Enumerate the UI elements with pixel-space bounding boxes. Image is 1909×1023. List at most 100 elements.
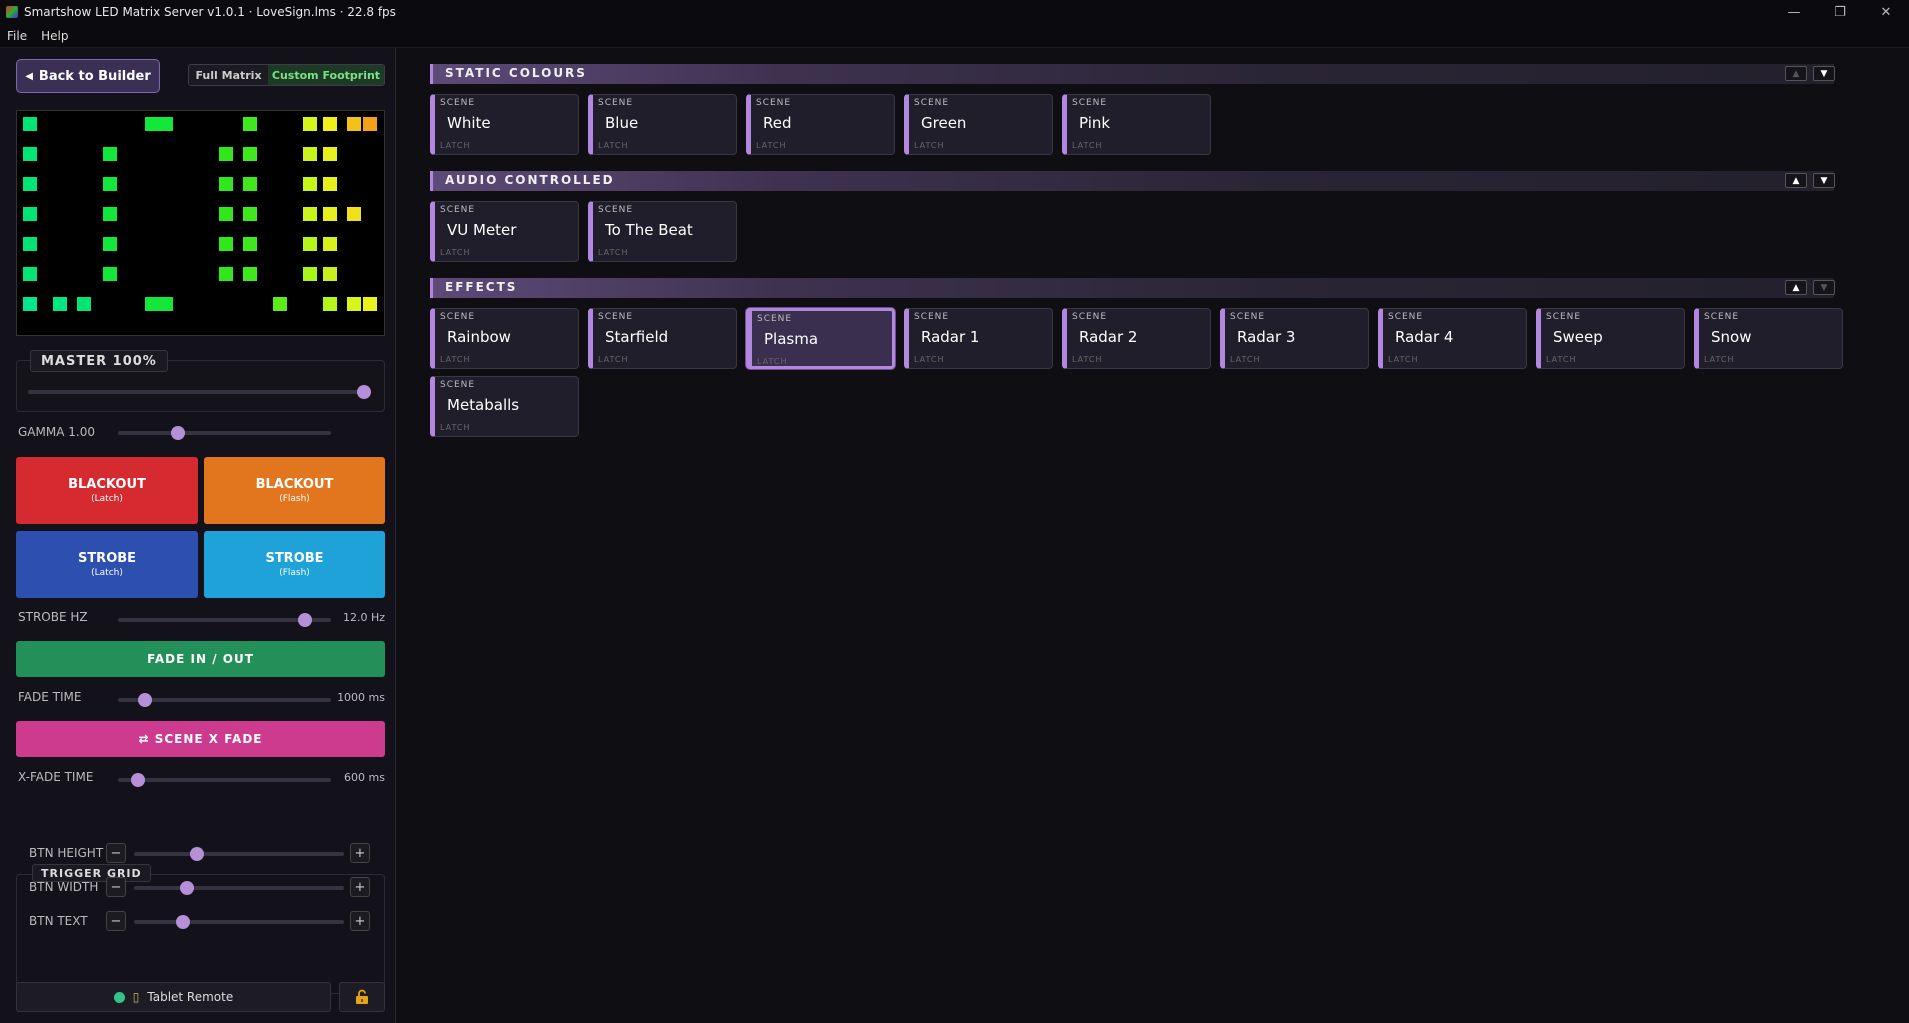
back-to-builder-button[interactable]: ◀ Back to Builder [16, 59, 160, 93]
scene-name: Green [921, 114, 967, 132]
led-pixel [103, 207, 117, 221]
btn-text-minus-button[interactable]: − [106, 911, 126, 931]
custom-footprint-option[interactable]: Custom Footprint [268, 65, 384, 85]
blackout-flash-button[interactable]: BLACKOUT (Flash) [204, 457, 385, 524]
strobe-latch-button[interactable]: STROBE (Latch) [16, 531, 198, 598]
fade-time-label: FADE TIME [18, 690, 82, 704]
scene-tile-pink[interactable]: SCENE Pink LATCH [1062, 94, 1211, 155]
led-pixel [219, 207, 233, 221]
btn-width-slider-handle[interactable] [180, 881, 194, 895]
btn-height-plus-button[interactable]: + [350, 843, 370, 863]
led-pixel [145, 297, 159, 311]
fade-in-out-button[interactable]: FADE IN / OUT [16, 641, 385, 677]
led-pixel [303, 237, 317, 251]
btn-text-slider-handle[interactable] [176, 915, 190, 929]
led-pixel [23, 147, 37, 161]
scene-tile-red[interactable]: SCENE Red LATCH [746, 94, 895, 155]
btn-width-label: BTN WIDTH [29, 880, 99, 894]
xfade-time-slider-track[interactable] [118, 778, 331, 782]
scene-tile-green[interactable]: SCENE Green LATCH [904, 94, 1053, 155]
master-slider-track[interactable] [28, 390, 368, 394]
menu-help[interactable]: Help [34, 29, 75, 43]
scene-tile-rainbow[interactable]: SCENE Rainbow LATCH [430, 308, 579, 369]
static-collapse-up-button[interactable]: ▲ [1785, 66, 1807, 81]
scene-name: White [447, 114, 491, 132]
scene-tile-metaballs[interactable]: SCENE Metaballs LATCH [430, 376, 579, 437]
latch-tag: LATCH [440, 355, 471, 364]
static-collapse-down-button[interactable]: ▼ [1813, 66, 1835, 81]
section-effects-title: EFFECTS [445, 280, 518, 294]
scene-tile-radar-2[interactable]: SCENE Radar 2 LATCH [1062, 308, 1211, 369]
scene-tile-white[interactable]: SCENE White LATCH [430, 94, 579, 155]
btn-height-slider-handle[interactable] [190, 847, 204, 861]
latch-tag: LATCH [1546, 355, 1577, 364]
led-pixel [303, 147, 317, 161]
tablet-icon: ▯ [132, 990, 140, 1004]
blackout-flash-label: BLACKOUT [255, 477, 334, 492]
btn-width-plus-button[interactable]: + [350, 877, 370, 897]
blackout-latch-button[interactable]: BLACKOUT (Latch) [16, 457, 198, 524]
menu-file[interactable]: File [0, 29, 34, 43]
btn-text-slider-track[interactable] [134, 920, 344, 924]
btn-text-plus-button[interactable]: + [350, 911, 370, 931]
strobe-hz-slider-handle[interactable] [298, 613, 312, 627]
led-pixel [23, 207, 37, 221]
close-button[interactable]: ✕ [1863, 0, 1909, 24]
btn-height-minus-button[interactable]: − [106, 843, 126, 863]
led-pixel [53, 297, 67, 311]
full-matrix-option[interactable]: Full Matrix [189, 65, 268, 85]
scene-tile-to-the-beat[interactable]: SCENE To The Beat LATCH [588, 201, 737, 262]
minimize-button[interactable]: — [1771, 0, 1817, 24]
latch-tag: LATCH [598, 248, 629, 257]
scene-tag: SCENE [1704, 312, 1740, 322]
strobe-flash-button[interactable]: STROBE (Flash) [204, 531, 385, 598]
gamma-slider-handle[interactable] [171, 426, 185, 440]
effects-collapse-down-button[interactable]: ▼ [1813, 280, 1835, 295]
window-title: Smartshow LED Matrix Server v1.0.1 · Lov… [24, 5, 396, 19]
scene-tile-radar-4[interactable]: SCENE Radar 4 LATCH [1378, 308, 1527, 369]
btn-height-slider-track[interactable] [134, 852, 344, 856]
led-pixel [363, 297, 377, 311]
led-pixel [219, 147, 233, 161]
led-pixel [273, 297, 287, 311]
gamma-slider-track[interactable] [118, 431, 331, 435]
scene-tile-vu-meter[interactable]: SCENE VU Meter LATCH [430, 201, 579, 262]
scene-tile-sweep[interactable]: SCENE Sweep LATCH [1536, 308, 1685, 369]
scene-tile-starfield[interactable]: SCENE Starfield LATCH [588, 308, 737, 369]
fade-time-slider-handle[interactable] [138, 693, 152, 707]
led-pixel [347, 117, 361, 131]
matrix-mode-toggle: Full Matrix Custom Footprint [188, 64, 385, 86]
scene-xfade-button[interactable]: ⇄ SCENE X FADE [16, 721, 385, 757]
audio-collapse-up-button[interactable]: ▲ [1785, 173, 1807, 188]
restore-button[interactable]: ❐ [1817, 0, 1863, 24]
scene-tile-snow[interactable]: SCENE Snow LATCH [1694, 308, 1843, 369]
latch-tag: LATCH [1072, 141, 1103, 150]
app-icon [6, 6, 18, 18]
btn-width-minus-button[interactable]: − [106, 877, 126, 897]
scene-tag: SCENE [1230, 312, 1266, 322]
led-pixel [23, 177, 37, 191]
scene-tile-blue[interactable]: SCENE Blue LATCH [588, 94, 737, 155]
scene-tile-plasma[interactable]: SCENE Plasma LATCH [746, 308, 895, 369]
scene-tag: SCENE [440, 98, 476, 108]
led-pixel [323, 177, 337, 191]
scene-tag: SCENE [756, 98, 792, 108]
latch-tag: LATCH [914, 355, 945, 364]
scene-tag: SCENE [757, 314, 793, 324]
scene-tile-radar-1[interactable]: SCENE Radar 1 LATCH [904, 308, 1053, 369]
master-slider-handle[interactable] [357, 385, 371, 399]
effects-collapse-up-button[interactable]: ▲ [1785, 280, 1807, 295]
lock-button[interactable] [339, 982, 385, 1012]
led-pixel [323, 207, 337, 221]
led-pixel [103, 147, 117, 161]
app-window: Smartshow LED Matrix Server v1.0.1 · Lov… [0, 0, 1909, 1023]
latch-tag: LATCH [914, 141, 945, 150]
scene-tile-radar-3[interactable]: SCENE Radar 3 LATCH [1220, 308, 1369, 369]
led-pixel [103, 267, 117, 281]
audio-collapse-down-button[interactable]: ▼ [1813, 173, 1835, 188]
xfade-time-slider-handle[interactable] [131, 773, 145, 787]
tablet-remote-button[interactable]: ▯ Tablet Remote [16, 982, 331, 1012]
latch-tag: LATCH [757, 357, 788, 366]
led-pixel [219, 237, 233, 251]
btn-width-slider-track[interactable] [134, 886, 344, 890]
